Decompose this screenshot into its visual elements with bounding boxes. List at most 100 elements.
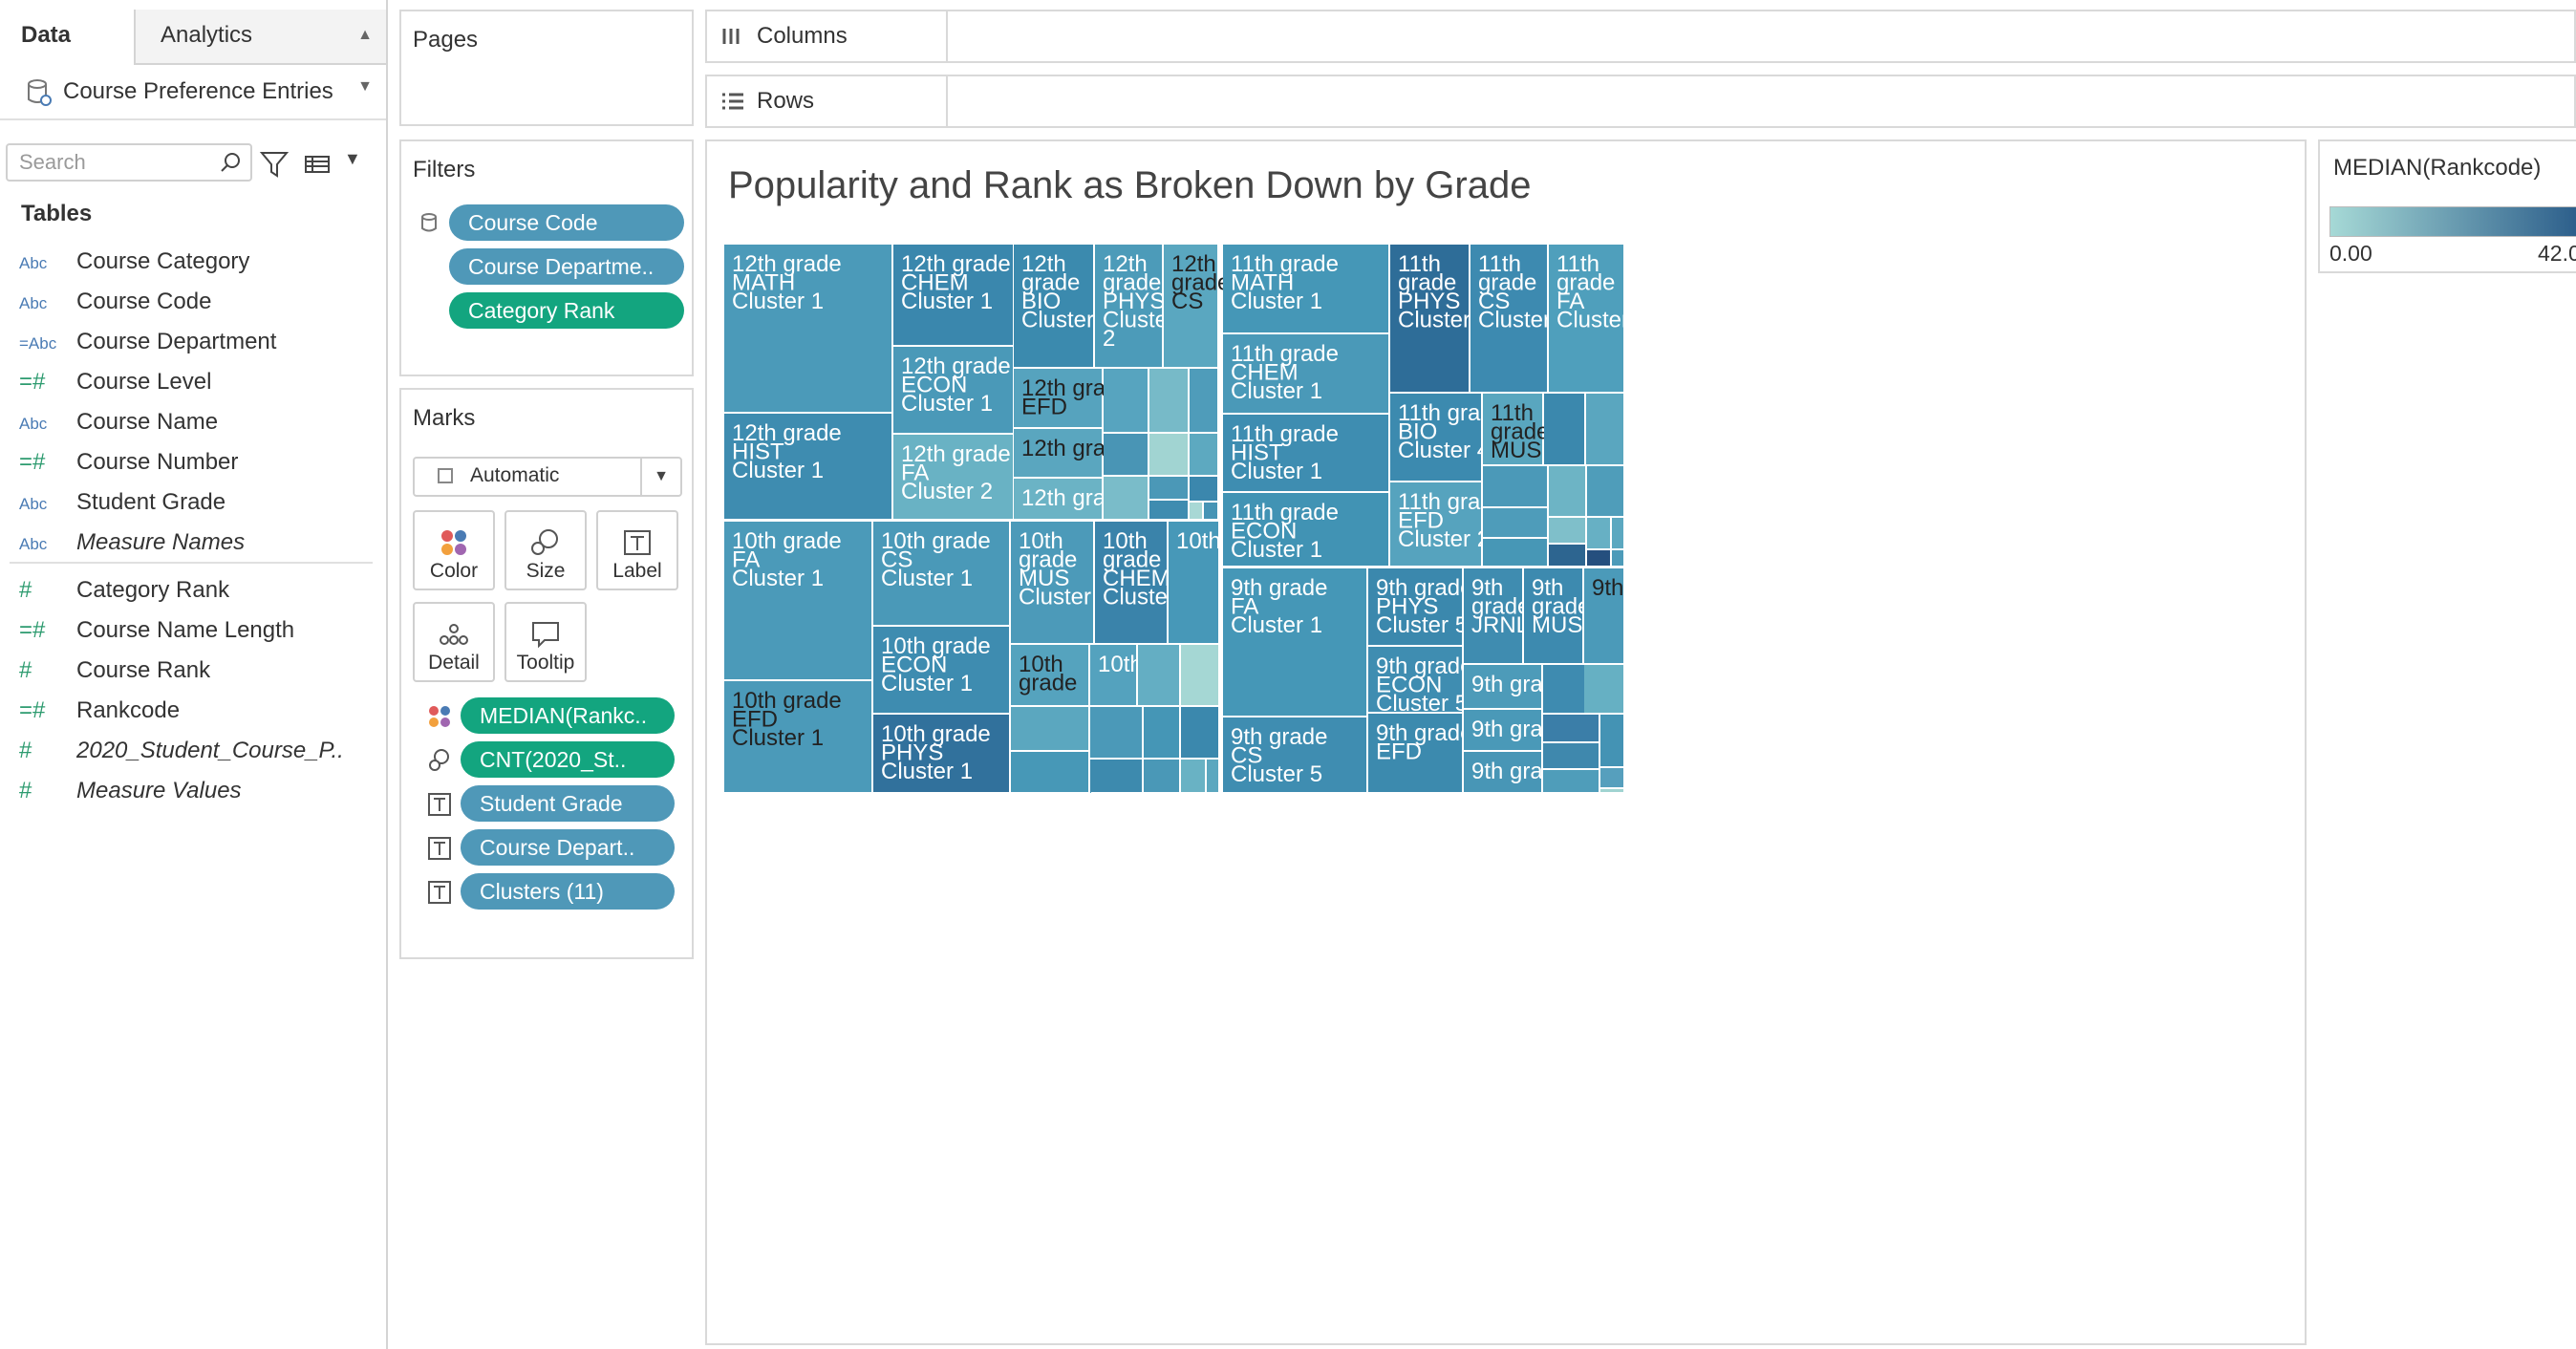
treemap-tile[interactable] xyxy=(1587,518,1610,548)
mark-type-dropdown[interactable]: Automatic ▼ xyxy=(413,457,682,497)
treemap-tile[interactable] xyxy=(1138,645,1179,705)
columns-shelf[interactable]: Columns xyxy=(705,10,2576,63)
treemap-tile[interactable] xyxy=(1544,394,1584,464)
color-button[interactable]: Color xyxy=(413,510,495,590)
field-measure-values[interactable]: # Measure Values xyxy=(19,772,382,810)
treemap-tile[interactable] xyxy=(1149,434,1188,475)
treemap-tile[interactable] xyxy=(1600,715,1623,766)
treemap-tile[interactable] xyxy=(1181,707,1218,758)
treemap-chart[interactable]: 12th gradeMATHCluster 112th gradeHISTClu… xyxy=(707,141,2305,1343)
treemap-tile[interactable] xyxy=(1011,752,1088,792)
treemap-tile[interactable] xyxy=(1011,707,1088,750)
treemap-tile[interactable] xyxy=(1149,477,1188,499)
treemap-tile[interactable] xyxy=(1190,503,1202,519)
pages-card[interactable]: Pages xyxy=(399,10,694,126)
treemap-tile[interactable] xyxy=(1204,503,1217,519)
tab-analytics[interactable]: Analytics ▲ ▼ xyxy=(136,10,386,95)
tab-data[interactable]: Data xyxy=(0,10,136,65)
treemap-tile-label: Cluster 1 xyxy=(1231,459,1322,484)
filters-title: Filters xyxy=(413,157,476,182)
encoding-pill-color[interactable]: MEDIAN(Rankc.. xyxy=(461,697,675,734)
treemap-tile[interactable] xyxy=(1612,518,1623,548)
field-type-icon: Abc xyxy=(19,254,48,272)
field-type-icon: # xyxy=(19,657,32,683)
tooltip-button[interactable]: Tooltip xyxy=(504,602,587,682)
encoding-pill-clusters[interactable]: Clusters (11) xyxy=(461,873,675,910)
treemap-tile[interactable] xyxy=(1543,743,1599,768)
treemap-tile[interactable] xyxy=(1587,466,1623,516)
filter-pill-course-code[interactable]: Course Code xyxy=(449,204,684,241)
field-course-level[interactable]: =# Course Level xyxy=(19,363,382,401)
field-name: Course Code xyxy=(76,289,212,314)
field-course-code[interactable]: Abc Course Code xyxy=(19,283,382,321)
treemap-tile[interactable] xyxy=(1190,434,1217,475)
treemap-tile[interactable] xyxy=(1104,434,1148,475)
field-course-number[interactable]: =# Course Number xyxy=(19,443,382,482)
field-course-name-length[interactable]: =# Course Name Length xyxy=(19,611,382,650)
field-measure-names[interactable]: Abc Measure Names xyxy=(19,524,382,562)
chevron-down-icon[interactable]: ▼ xyxy=(640,459,680,495)
filter-pill-course-department[interactable]: Course Departme.. xyxy=(449,248,684,285)
treemap-tile[interactable] xyxy=(1149,501,1188,519)
field-course-department[interactable]: =Abc Course Department xyxy=(19,323,382,361)
detail-button[interactable]: Detail xyxy=(413,602,495,682)
treemap-tile[interactable] xyxy=(1587,550,1610,566)
color-legend[interactable]: MEDIAN(Rankcode) 0.00 42.0 xyxy=(2318,139,2576,273)
treemap-tile[interactable] xyxy=(1584,665,1623,713)
treemap-tile[interactable] xyxy=(1543,770,1599,792)
field-course-rank[interactable]: # Course Rank xyxy=(19,652,382,690)
field-course-name[interactable]: Abc Course Name xyxy=(19,403,382,441)
treemap-tile[interactable] xyxy=(1549,518,1585,543)
treemap-tile[interactable] xyxy=(1483,508,1547,537)
treemap-tile[interactable] xyxy=(1549,545,1585,566)
filter-icon[interactable] xyxy=(258,147,290,182)
treemap-tile[interactable] xyxy=(1090,707,1142,758)
encoding-pill-student-grade[interactable]: Student Grade xyxy=(461,785,675,822)
treemap-tile[interactable] xyxy=(1090,760,1142,792)
size-button[interactable]: Size xyxy=(504,510,587,590)
treemap-tile[interactable] xyxy=(1543,665,1584,713)
treemap-tile[interactable] xyxy=(1600,768,1623,787)
rows-shelf[interactable]: Rows xyxy=(705,75,2576,128)
treemap-tile[interactable] xyxy=(1190,477,1217,501)
treemap-tile[interactable] xyxy=(1483,466,1547,506)
search-input[interactable] xyxy=(17,145,212,180)
field-student-grade[interactable]: Abc Student Grade xyxy=(19,483,382,522)
treemap-tile[interactable] xyxy=(1543,715,1599,741)
datasource-item[interactable]: Course Preference Entries xyxy=(27,73,333,111)
detail-icon xyxy=(440,624,468,645)
treemap-tile[interactable] xyxy=(1144,760,1179,792)
encoding-pill-course-department[interactable]: Course Depart.. xyxy=(461,829,675,866)
field-course-category[interactable]: Abc Course Category xyxy=(19,243,382,281)
treemap-tile[interactable] xyxy=(1549,466,1585,516)
treemap-tile[interactable] xyxy=(1207,760,1218,792)
dropdown-caret-icon[interactable]: ▼ xyxy=(344,149,361,169)
treemap-tile[interactable] xyxy=(1612,550,1623,566)
treemap-tile[interactable] xyxy=(1586,394,1623,464)
treemap-tile[interactable] xyxy=(1190,369,1217,432)
field-name: Category Rank xyxy=(76,577,230,603)
view-list-icon[interactable] xyxy=(304,147,336,182)
tables-header: Tables xyxy=(21,201,93,226)
search-box[interactable] xyxy=(6,143,252,182)
treemap-tile[interactable] xyxy=(1181,645,1218,705)
sort-arrows-icon[interactable]: ▲ ▼ xyxy=(357,10,373,113)
filters-card[interactable]: Filters Course Code Course Departme.. Ca… xyxy=(399,139,694,376)
treemap-tile[interactable] xyxy=(1104,477,1148,519)
treemap-tile[interactable] xyxy=(1090,792,1091,793)
treemap-tile-label: Cluster 1 xyxy=(1231,378,1322,404)
treemap-tile[interactable] xyxy=(1181,760,1205,792)
treemap-tile[interactable] xyxy=(1600,789,1623,792)
label-button[interactable]: Label xyxy=(596,510,678,590)
filter-pill-category-rank[interactable]: Category Rank xyxy=(449,292,684,329)
search-icon[interactable] xyxy=(220,151,243,174)
treemap-tile[interactable] xyxy=(1149,369,1188,432)
field-2020-student-course-p[interactable]: #2020_Student_Course_P.. xyxy=(19,732,382,770)
treemap-tile[interactable] xyxy=(1144,707,1179,758)
treemap-tile[interactable] xyxy=(1483,539,1547,566)
pane-tabs: Data Analytics ▲ ▼ xyxy=(0,0,386,95)
field-rankcode[interactable]: =# Rankcode xyxy=(19,692,382,730)
encoding-pill-size[interactable]: CNT(2020_St.. xyxy=(461,741,675,778)
field-category-rank[interactable]: # Category Rank xyxy=(19,571,382,610)
treemap-tile[interactable] xyxy=(1104,369,1148,432)
